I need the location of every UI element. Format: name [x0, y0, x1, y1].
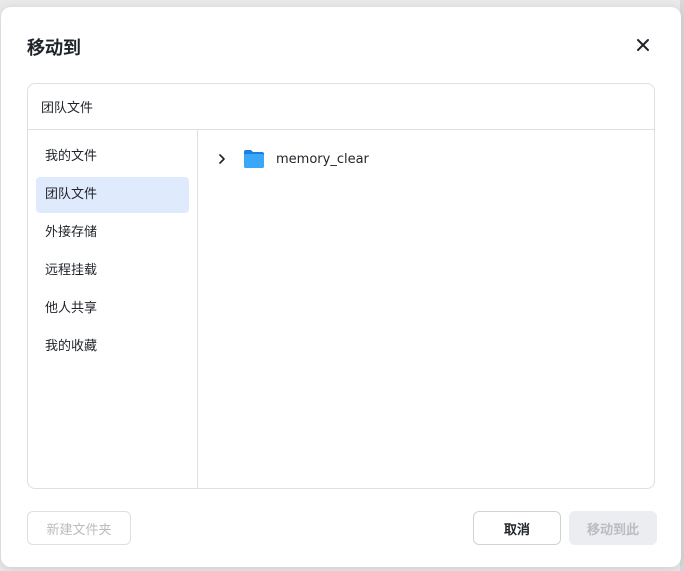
location-sidebar: 我的文件 团队文件 外接存储 远程挂载 他人共享 我的收藏: [28, 130, 198, 488]
cancel-button[interactable]: 取消: [473, 511, 561, 545]
sidebar-item-external-storage[interactable]: 外接存储: [36, 215, 189, 251]
close-icon: [637, 39, 649, 51]
sidebar-item-my-files[interactable]: 我的文件: [36, 139, 189, 175]
sidebar-item-favorites[interactable]: 我的收藏: [36, 329, 189, 365]
folder-row-memory-clear[interactable]: memory_clear: [198, 144, 498, 174]
move-here-button[interactable]: 移动到此: [569, 511, 657, 545]
folder-tree: memory_clear: [198, 130, 654, 488]
close-button[interactable]: [633, 35, 653, 55]
dialog-title: 移动到: [27, 38, 81, 59]
sidebar-item-remote-mount[interactable]: 远程挂载: [36, 253, 189, 289]
current-location-header: 团队文件: [28, 84, 654, 130]
destination-panel: 团队文件 我的文件 团队文件 外接存储 远程挂载 他人共享 我的收藏 memor…: [27, 83, 655, 489]
move-to-dialog: 移动到 团队文件 我的文件 团队文件 外接存储 远程挂载 他人共享 我的收藏 m…: [1, 7, 681, 567]
chevron-right-icon[interactable]: [215, 152, 229, 166]
sidebar-item-shared-by-others[interactable]: 他人共享: [36, 291, 189, 327]
folder-name: memory_clear: [276, 151, 369, 167]
folder-icon: [243, 149, 265, 169]
new-folder-button[interactable]: 新建文件夹: [27, 511, 131, 545]
sidebar-item-team-files[interactable]: 团队文件: [36, 177, 189, 213]
